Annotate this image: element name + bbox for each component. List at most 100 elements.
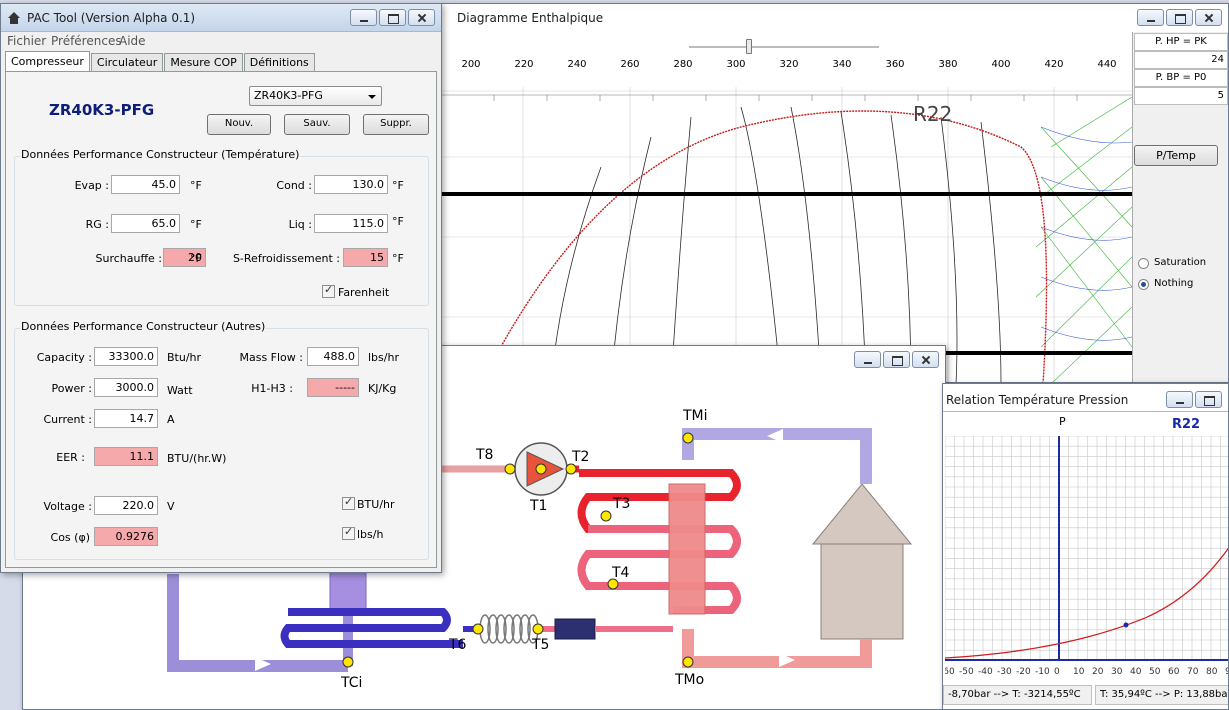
pressure-x-tick: 0: [1054, 667, 1060, 677]
ruler-tick: 240: [567, 59, 587, 70]
zoom-slider-thumb[interactable]: [746, 39, 752, 54]
power-unit: Watt: [167, 384, 193, 397]
minimize-button[interactable]: [1166, 391, 1193, 408]
subcool-label: S-Refroidissement :: [232, 252, 340, 265]
pressure-refrigerant-label: R22: [1172, 417, 1201, 432]
voltage-unit: V: [167, 500, 175, 513]
ruler-tick: 320: [779, 59, 799, 70]
diagram-refrigerant-label: R22: [913, 102, 952, 126]
filter-drier: [554, 618, 596, 640]
lbs-checkbox-label: lbs/h: [357, 528, 384, 541]
liq-field[interactable]: 115.0: [314, 214, 388, 233]
massflow-label: Mass Flow :: [239, 351, 303, 364]
t3-label: T3: [613, 496, 631, 512]
temperature-group-title: Données Performance Constructeur (Tempér…: [20, 148, 301, 161]
close-button[interactable]: [912, 351, 939, 368]
tab-definitions[interactable]: Définitions: [243, 53, 315, 71]
other-group: Données Performance Constructeur (Autres…: [14, 320, 429, 560]
pressure-x-tick: 40: [1130, 667, 1142, 677]
liq-unit: °F: [392, 215, 404, 228]
close-button[interactable]: [408, 9, 435, 26]
pressure-x-tick: 90: [1225, 667, 1229, 677]
voltage-label: Voltage :: [43, 500, 92, 513]
minimize-button[interactable]: [350, 9, 377, 26]
voltage-field[interactable]: 220.0: [94, 496, 158, 515]
model-select[interactable]: ZR40K3-PFG: [249, 86, 382, 106]
pressure-x-tick: 70: [1187, 667, 1199, 677]
superheat-label: Surchauffe :: [95, 252, 162, 265]
minimize-button[interactable]: [1137, 9, 1164, 26]
pressure-x-tick: 50: [1149, 667, 1161, 677]
cosphi-field[interactable]: 0.9276: [94, 527, 158, 546]
temperature-group: Données Performance Constructeur (Tempér…: [14, 148, 429, 306]
subcool-field[interactable]: 15: [343, 248, 388, 267]
close-button[interactable]: [1195, 9, 1222, 26]
t5-label: T5: [532, 637, 550, 653]
delete-button[interactable]: Suppr.: [363, 114, 429, 135]
h1h3-field[interactable]: -----: [307, 378, 359, 397]
power-field[interactable]: 3000.0: [94, 378, 158, 397]
zoom-slider-track[interactable]: [689, 46, 879, 48]
maximize-button[interactable]: [1195, 391, 1222, 408]
bp-value-field[interactable]: 5: [1134, 87, 1228, 105]
saturation-radio-label: Saturation: [1154, 257, 1207, 268]
cond-label: Cond :: [276, 179, 312, 192]
tab-mesure-cop[interactable]: Mesure COP: [164, 53, 243, 71]
t6-label: T6: [449, 637, 467, 653]
massflow-field[interactable]: 488.0: [307, 347, 359, 366]
evap-field[interactable]: 45.0: [111, 175, 180, 194]
pac-tool-window: PAC Tool (Version Alpha 0.1) Fichier Pré…: [0, 3, 442, 573]
fahrenheit-checkbox[interactable]: [322, 283, 335, 298]
power-label: Power :: [51, 382, 92, 395]
enthalpy-chart: R22: [441, 87, 1132, 382]
cosphi-label: Cos (φ): [50, 531, 90, 544]
pressure-x-tick: 10: [1073, 667, 1085, 677]
menu-preferences[interactable]: Préférences: [51, 34, 122, 48]
saturation-dome: [481, 110, 1048, 382]
pressure-x-tick: 80: [1206, 667, 1218, 677]
pressure-x-tick: -50: [959, 667, 974, 677]
lbs-checkbox[interactable]: [342, 525, 355, 540]
save-button[interactable]: Sauv.: [284, 114, 350, 135]
status-right: T: 35,94ºC --> P: 13,88bar: [1095, 685, 1228, 705]
new-button[interactable]: Nouv.: [207, 114, 271, 135]
saturation-radio[interactable]: [1138, 258, 1149, 269]
current-field[interactable]: 14.7: [94, 409, 158, 428]
eer-label: EER :: [56, 451, 85, 464]
rg-field[interactable]: 65.0: [111, 214, 180, 233]
fahrenheit-label: Farenheit: [338, 286, 390, 299]
pressure-x-tick: -30: [997, 667, 1012, 677]
ruler-tick: 220: [514, 59, 534, 70]
enthalpy-diagram-window: Diagramme Enthalpique 200 220 240 260 28…: [440, 3, 1229, 383]
maximize-button[interactable]: [1166, 9, 1193, 26]
maximize-button[interactable]: [379, 9, 406, 26]
eer-field[interactable]: 11.1: [94, 447, 158, 466]
pressure-axis-label: P: [1059, 415, 1066, 428]
evap-unit: °F: [190, 179, 202, 192]
cond-field[interactable]: 130.0: [314, 175, 388, 194]
operating-point: [1123, 622, 1129, 628]
compresseur-panel: ZR40K3-PFG ZR40K3-PFG Nouv. Sauv. Suppr.…: [5, 71, 437, 568]
ptemp-button[interactable]: P/Temp: [1134, 145, 1218, 166]
hp-value-field[interactable]: 24: [1134, 51, 1228, 69]
condenser-block: [668, 483, 706, 615]
expansion-coil: [479, 614, 539, 644]
capacity-field[interactable]: 33300.0: [94, 347, 158, 366]
diagram-titlebar: Diagramme Enthalpique: [441, 4, 1228, 32]
cool-pipe-outer: [167, 574, 348, 672]
menu-fichier[interactable]: Fichier: [7, 34, 46, 48]
nothing-radio[interactable]: [1138, 279, 1149, 290]
tab-circulateur[interactable]: Circulateur: [90, 53, 164, 71]
cond-unit: °F: [392, 179, 404, 192]
diagram-control-panel: P. HP = PK 24 P. BP = P0 5 P/Temp Satura…: [1132, 32, 1228, 382]
minimize-button[interactable]: [854, 351, 881, 368]
pressure-x-tick: 30: [1111, 667, 1123, 677]
tab-compresseur[interactable]: Compresseur: [5, 51, 90, 71]
tmo-label: TMo: [675, 672, 705, 688]
pac-titlebar: PAC Tool (Version Alpha 0.1): [1, 4, 441, 32]
pressure-x-tick: -40: [978, 667, 993, 677]
maximize-button[interactable]: [883, 351, 910, 368]
menu-aide[interactable]: Aide: [119, 34, 146, 48]
btu-checkbox[interactable]: [342, 495, 355, 510]
hp-label: P. HP = PK: [1134, 33, 1228, 51]
